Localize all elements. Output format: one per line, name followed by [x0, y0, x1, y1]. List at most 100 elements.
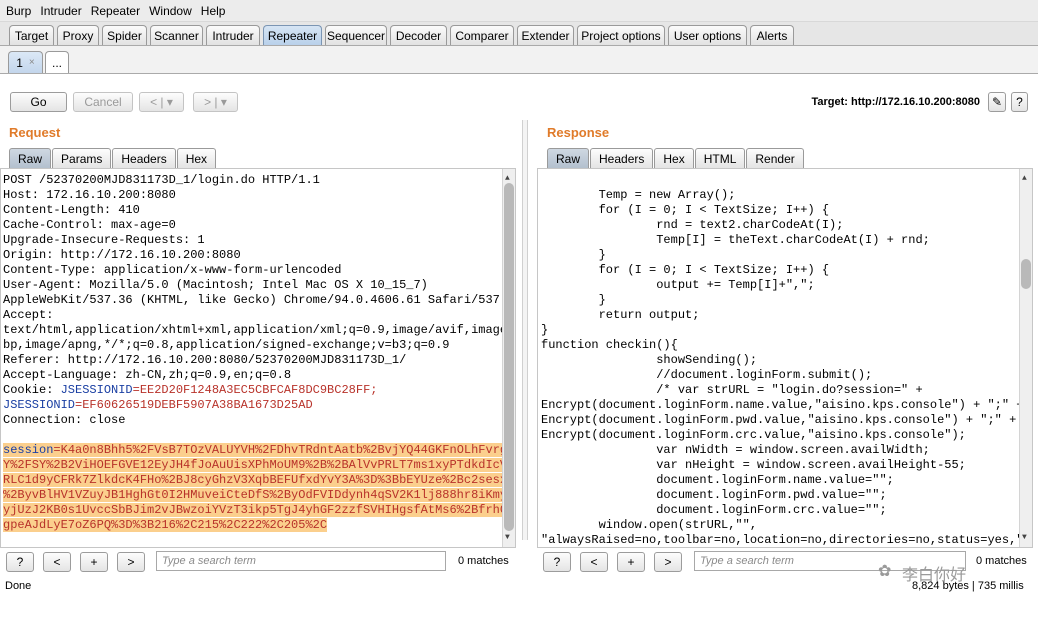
request-search-help-button[interactable]: ?: [6, 552, 34, 572]
response-line: Temp[I] = theText.charCodeAt(I) + rnd;: [541, 233, 930, 247]
tab-proxy[interactable]: Proxy: [57, 25, 99, 45]
response-search-help-button[interactable]: ?: [543, 552, 571, 572]
response-scrollbar[interactable]: ▲ ▼: [1019, 169, 1032, 547]
request-search-options-button[interactable]: +: [80, 552, 108, 572]
session-line: Y%2FSY%2B2ViHOEFGVE12EyJH4fJoAuUisXPhMoU…: [3, 458, 515, 473]
menu-help[interactable]: Help: [201, 4, 226, 18]
repeater-subtab-bar: 1 × ...: [0, 46, 1038, 74]
session-value: gpeAJdLyE7oZ6PQ%3D%3B216%2C215%2C222%2C2…: [3, 518, 328, 532]
menu-bar: Burp Intruder Repeater Window Help: [0, 0, 1038, 22]
request-line: Upgrade-Insecure-Requests: 1: [3, 233, 205, 247]
tab-decoder[interactable]: Decoder: [390, 25, 447, 45]
response-match-count: 0 matches: [976, 555, 1027, 567]
request-tab-raw[interactable]: Raw: [9, 148, 52, 168]
response-line: document.loginForm.pwd.value="";: [541, 488, 887, 502]
help-button[interactable]: ?: [1011, 92, 1028, 112]
new-tab-button[interactable]: ...: [45, 51, 69, 73]
request-scrollbar[interactable]: ▲ ▼: [502, 169, 515, 547]
cancel-button[interactable]: Cancel: [73, 92, 133, 112]
request-tabs: Raw Params Headers Hex: [9, 146, 217, 168]
response-line: /* var strURL = "login.do?session=" +: [541, 383, 923, 397]
request-line: POST /52370200MJD831173D_1/login.do HTTP…: [3, 173, 320, 187]
response-line: return output;: [541, 308, 700, 322]
tab-repeater[interactable]: Repeater: [263, 25, 322, 45]
go-button[interactable]: Go: [10, 92, 67, 112]
tab-alerts[interactable]: Alerts: [750, 25, 794, 45]
session-value: yjUzJ2KB0s1UvccSbBJim2vJBwzoiYVzT3ikp5Tg…: [3, 503, 515, 517]
repeater-tab-1[interactable]: 1 ×: [8, 51, 43, 73]
scroll-down-icon[interactable]: ▼: [505, 530, 510, 545]
edit-target-icon[interactable]: ✎: [988, 92, 1006, 112]
menu-repeater[interactable]: Repeater: [91, 4, 140, 18]
target-label: Target: http://172.16.10.200:8080: [811, 96, 980, 108]
tab-scanner[interactable]: Scanner: [150, 25, 203, 45]
response-line: var nHeight = window.screen.availHeight-…: [541, 458, 966, 472]
session-value: Y%2FSY%2B2ViHOEFGVE12EyJH4fJoAuUisXPhMoU…: [3, 458, 515, 472]
request-line: Connection: close: [3, 413, 126, 427]
response-line: Temp = new Array();: [541, 188, 736, 202]
tab-spider[interactable]: Spider: [102, 25, 147, 45]
tab-extender[interactable]: Extender: [517, 25, 574, 45]
response-tab-html[interactable]: HTML: [694, 148, 746, 168]
status-text: Done: [5, 580, 32, 592]
response-editor[interactable]: Temp = new Array(); for (I = 0; I < Text…: [537, 168, 1033, 548]
pane-splitter[interactable]: [522, 120, 528, 540]
response-line: }: [541, 248, 606, 262]
request-line: Referer: http://172.16.10.200:8080/52370…: [3, 353, 407, 367]
response-line: window.open(strURL,"",: [541, 518, 758, 532]
tab-user-options[interactable]: User options: [668, 25, 747, 45]
session-line: session=K4a0n8Bhh5%2FVsB7TOzVALUYVH%2FDh…: [3, 443, 515, 458]
cookie-key: JSESSIONID: [3, 398, 76, 412]
tab-sequencer[interactable]: Sequencer: [325, 25, 387, 45]
session-line: RLC1d9yCFRk7ZlkdcK4FHo%2BJ8cyGhzV3XqbBEF…: [3, 473, 515, 488]
request-editor[interactable]: POST /52370200MJD831173D_1/login.do HTTP…: [0, 168, 516, 548]
request-line: Origin: http://172.16.10.200:8080: [3, 248, 241, 262]
session-value: %2ByvBlHV1VZuyJB1HghGt0I2HMuveiCteDfS%2B…: [3, 488, 515, 502]
request-title: Request: [9, 125, 61, 140]
session-line: gpeAJdLyE7oZ6PQ%3D%3B216%2C215%2C222%2C2…: [3, 518, 515, 533]
response-line: for (I = 0; I < TextSize; I++) {: [541, 203, 830, 217]
response-tab-headers[interactable]: Headers: [590, 148, 654, 168]
request-line: AppleWebKit/537.36 (KHTML, like Gecko) C…: [3, 293, 516, 307]
cookie-label: Cookie:: [3, 383, 61, 397]
scroll-thumb[interactable]: [1021, 259, 1031, 289]
response-search-prev-button[interactable]: <: [580, 552, 608, 572]
request-search-next-button[interactable]: >: [117, 552, 145, 572]
menu-burp[interactable]: Burp: [6, 4, 31, 18]
request-match-count: 0 matches: [458, 555, 509, 567]
scroll-up-icon[interactable]: ▲: [1022, 171, 1027, 186]
request-tab-hex[interactable]: Hex: [176, 148, 217, 168]
response-tab-hex[interactable]: Hex: [654, 148, 694, 168]
response-line: output += Temp[I]+",";: [541, 278, 815, 292]
tab-comparer[interactable]: Comparer: [450, 25, 514, 45]
menu-window[interactable]: Window: [149, 4, 192, 18]
repeater-toolbar: Go Cancel < | ▾ > | ▾ Target: http://172…: [0, 74, 1038, 120]
close-icon[interactable]: ×: [29, 57, 35, 68]
back-button[interactable]: < | ▾: [139, 92, 184, 112]
tool-tab-bar: Target Proxy Spider Scanner Intruder Rep…: [0, 22, 1038, 46]
response-line: }: [541, 323, 549, 337]
response-search-next-button[interactable]: >: [654, 552, 682, 572]
cookie-value: =EF60626519DEBF5907A38BA1673D25AD: [75, 398, 313, 412]
response-line: Encrypt(document.loginForm.crc.value,"ai…: [541, 428, 966, 442]
request-search-prev-button[interactable]: <: [43, 552, 71, 572]
scroll-thumb[interactable]: [504, 183, 514, 531]
request-line: Cache-Control: max-age=0: [3, 218, 176, 232]
tab-target[interactable]: Target: [9, 25, 54, 45]
request-tab-headers[interactable]: Headers: [112, 148, 176, 168]
scroll-down-icon[interactable]: ▼: [1022, 530, 1027, 545]
response-tab-raw[interactable]: Raw: [547, 148, 590, 168]
tab-intruder[interactable]: Intruder: [206, 25, 260, 45]
response-line: rnd = text2.charCodeAt(I);: [541, 218, 844, 232]
response-search-options-button[interactable]: +: [617, 552, 645, 572]
request-tab-params[interactable]: Params: [52, 148, 112, 168]
request-search-input[interactable]: Type a search term: [156, 551, 446, 571]
menu-intruder[interactable]: Intruder: [40, 4, 81, 18]
forward-button[interactable]: > | ▾: [193, 92, 238, 112]
response-tab-render[interactable]: Render: [746, 148, 804, 168]
response-line: document.loginForm.crc.value="";: [541, 503, 887, 517]
tab-project-options[interactable]: Project options: [577, 25, 665, 45]
response-line: var nWidth = window.screen.availWidth;: [541, 443, 930, 457]
session-line: yjUzJ2KB0s1UvccSbBJim2vJBwzoiYVzT3ikp5Tg…: [3, 503, 515, 518]
